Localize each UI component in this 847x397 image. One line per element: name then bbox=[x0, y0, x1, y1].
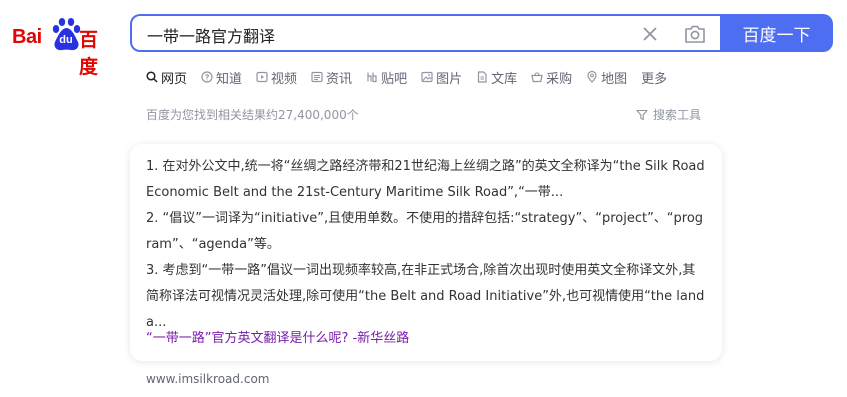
tab-video-label: 视频 bbox=[271, 71, 298, 87]
tab-zhidao-label: 知道 bbox=[216, 71, 243, 87]
tab-wenku[interactable]: 文库 bbox=[476, 66, 517, 88]
tieba-icon bbox=[367, 72, 377, 83]
search-tools-label: 搜索工具 bbox=[653, 108, 702, 122]
tab-news[interactable]: 资讯 bbox=[311, 66, 352, 88]
tab-tieba[interactable]: 贴吧 bbox=[366, 66, 407, 88]
logo-bai-text: Bai bbox=[12, 26, 42, 48]
video-icon bbox=[256, 71, 268, 83]
document-icon bbox=[477, 71, 487, 83]
tab-more[interactable]: 更多 bbox=[641, 66, 667, 88]
logo-du-text: du bbox=[59, 34, 73, 46]
tab-web[interactable]: 网页 bbox=[146, 66, 187, 88]
news-icon bbox=[311, 71, 323, 83]
close-icon[interactable] bbox=[641, 25, 659, 43]
map-pin-icon bbox=[587, 71, 597, 83]
basket-icon bbox=[531, 72, 543, 83]
result-count: 百度为您找到相关结果约27,400,000个 bbox=[146, 108, 359, 122]
search-box bbox=[130, 14, 720, 52]
source-url: www.imsilkroad.com bbox=[146, 372, 270, 386]
tab-caigou-label: 采购 bbox=[546, 71, 573, 87]
tab-more-label: 更多 bbox=[641, 71, 668, 87]
tab-caigou[interactable]: 采购 bbox=[531, 66, 572, 88]
camera-icon[interactable] bbox=[684, 24, 706, 44]
tab-wenku-label: 文库 bbox=[491, 71, 518, 87]
tab-news-label: 资讯 bbox=[326, 71, 353, 87]
result-source-link[interactable]: “一带一路”官方英文翻译是什么呢? -新华丝路 bbox=[146, 327, 409, 346]
tab-images-label: 图片 bbox=[436, 71, 463, 87]
tab-map-label: 地图 bbox=[601, 71, 628, 87]
tab-images[interactable]: 图片 bbox=[421, 66, 462, 88]
result-card: 1. 在对外公文中,统一将“丝绸之路经济带和21世纪海上丝绸之路”的英文全称译为… bbox=[130, 144, 722, 361]
filter-icon bbox=[636, 109, 648, 120]
search-button[interactable]: 百度一下 bbox=[720, 14, 833, 52]
search-tools-button[interactable]: 搜索工具 bbox=[636, 106, 701, 123]
result-item-1: 1. 在对外公文中,统一将“丝绸之路经济带和21世纪海上丝绸之路”的英文全称译为… bbox=[146, 159, 705, 200]
search-icon bbox=[146, 71, 158, 83]
search-input[interactable] bbox=[145, 22, 619, 48]
baidu-logo[interactable]: Bai du 百度 bbox=[12, 16, 116, 78]
result-item-3: 3. 考虑到“一带一路”倡议一词出现频率较高,在非正式场合,除首次出现时使用英文… bbox=[146, 263, 705, 330]
search-tabs: 网页 知道 视频 资讯 贴吧 图片 文库 采购 地图 更多 bbox=[146, 66, 681, 88]
tab-video[interactable]: 视频 bbox=[256, 66, 297, 88]
result-card-text: 1. 在对外公文中,统一将“丝绸之路经济带和21世纪海上丝绸之路”的英文全称译为… bbox=[146, 154, 708, 336]
tab-tieba-label: 贴吧 bbox=[381, 71, 408, 87]
logo-chinese-text: 百度 bbox=[79, 29, 99, 78]
result-item-2: 2. “倡议”一词译为“initiative”,且使用单数。不使用的措辞包括:“… bbox=[146, 211, 704, 252]
tab-map[interactable]: 地图 bbox=[586, 66, 627, 88]
image-icon bbox=[421, 71, 433, 83]
question-icon bbox=[201, 71, 213, 83]
tab-web-label: 网页 bbox=[161, 71, 188, 87]
tab-zhidao[interactable]: 知道 bbox=[201, 66, 242, 88]
